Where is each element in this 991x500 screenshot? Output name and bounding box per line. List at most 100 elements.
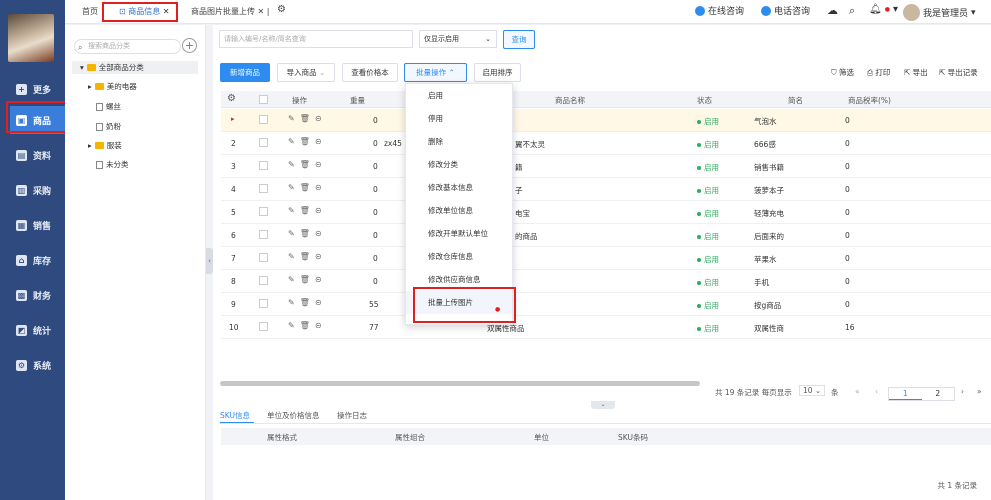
tree-node-all[interactable]: ▾ 全部商品分类 (72, 61, 198, 74)
tab-sku-info[interactable]: SKU信息 (220, 410, 250, 421)
row-checkbox[interactable] (259, 322, 268, 331)
nav-item-sales[interactable]: ▦ 销售 (0, 211, 65, 239)
keyword-input[interactable]: 请输入编号/名称/简名查询 (219, 30, 413, 48)
more-icon[interactable]: ⊝ (315, 206, 322, 215)
nav-item-data[interactable]: ▤ 资料 (0, 141, 65, 169)
table-row[interactable]: 6 ✎ 🗑︎ ⊝ 0 的商品 启用 后面来的 0 (221, 224, 991, 247)
import-goods-button[interactable]: 导入商品 ⌄ (277, 63, 335, 82)
more-icon[interactable]: ⊝ (315, 160, 322, 169)
enable-sort-button[interactable]: 启用排序 (474, 63, 521, 82)
nav-item-system[interactable]: ⚙ 系统 (0, 351, 65, 379)
delete-icon[interactable]: 🗑︎ (300, 114, 310, 123)
table-row[interactable]: 10 ✎ 🗑︎ ⊝ 77 双属性商品 启用 双属性商 16 (221, 316, 991, 339)
col-status[interactable]: 状态 (697, 95, 712, 106)
edit-icon[interactable]: ✎ (288, 206, 295, 215)
more-icon[interactable]: ⊝ (315, 275, 322, 284)
page-size-select[interactable]: 10 ⌄ (799, 385, 826, 396)
edit-icon[interactable]: ✎ (288, 321, 295, 330)
phone-consult[interactable]: 电话咨询 (761, 4, 810, 17)
delete-icon[interactable]: 🗑︎ (300, 321, 310, 330)
search-icon[interactable]: ⌕ (849, 4, 855, 18)
tab-op-log[interactable]: 操作日志 (337, 410, 367, 421)
nav-item-warehouse[interactable]: ⌂ 库存 (0, 246, 65, 274)
gear-icon[interactable]: ⚙ (277, 4, 286, 15)
filter-button[interactable]: ⛉ 筛选 (831, 67, 854, 78)
more-icon[interactable]: ⊝ (315, 183, 322, 192)
tree-node-milk[interactable]: 奶粉 (96, 121, 121, 132)
delete-icon[interactable]: 🗑︎ (300, 183, 310, 192)
more-icon[interactable]: ⊝ (315, 137, 322, 146)
edit-icon[interactable]: ✎ (288, 298, 295, 307)
nav-item-purchase[interactable]: ▥ 采购 (0, 176, 65, 204)
status-select[interactable]: 仅显示启用 ⌄ (419, 30, 497, 48)
tab-upload[interactable]: 商品图片批量上传 ✕ | (191, 6, 269, 17)
online-consult[interactable]: 在线咨询 (695, 4, 744, 17)
price-book-button[interactable]: 查看价格本 (342, 63, 398, 82)
print-button[interactable]: ⎙ 打印 (867, 67, 890, 78)
table-row[interactable]: 3 ✎ 🗑︎ ⊝ 0 籍启用 销售书籍 0 (221, 155, 991, 178)
last-page-icon[interactable]: » (977, 387, 982, 396)
menu-item-edit-supplier[interactable]: 修改供应商信息 (406, 268, 512, 291)
delete-icon[interactable]: 🗑︎ (300, 275, 310, 284)
nav-item-stats[interactable]: ◩ 统计 (0, 316, 65, 344)
edit-icon[interactable]: ✎ (288, 183, 295, 192)
collapse-handle[interactable]: ‹ (206, 248, 213, 274)
horizontal-scrollbar[interactable] (220, 381, 700, 386)
first-page-icon[interactable]: « (855, 387, 860, 396)
next-page-icon[interactable]: › (961, 387, 964, 396)
prev-page-icon[interactable]: ‹ (875, 387, 878, 396)
table-row[interactable]: 9 ✎ 🗑︎ ⊝ 55 启用 按g商品 0 (221, 293, 991, 316)
table-row[interactable]: 2 ✎ 🗑︎ ⊝ 0 zx45 翼不太灵 启用 666感 0 (221, 132, 991, 155)
row-checkbox[interactable] (259, 299, 268, 308)
select-all-checkbox[interactable] (259, 95, 268, 104)
table-row[interactable]: 7 ✎ 🗑︎ ⊝ 0 启用 苹果水 0 (221, 247, 991, 270)
delete-icon[interactable]: 🗑︎ (300, 137, 310, 146)
menu-item-enable[interactable]: 启用 (406, 84, 512, 107)
more-icon[interactable]: ⊝ (315, 252, 322, 261)
export-log-button[interactable]: ⇱ 导出记录 (939, 67, 978, 78)
panel-toggle-icon[interactable]: ⌄ (591, 401, 615, 409)
tree-node-uncat[interactable]: 未分类 (96, 159, 129, 170)
col-weight[interactable]: 重量 (350, 95, 365, 106)
more-icon[interactable]: ⊝ (315, 114, 322, 123)
cloud-icon[interactable]: ☁ (827, 4, 838, 17)
nav-item-goods[interactable]: ▣ 商品 (10, 106, 66, 134)
menu-item-edit-warehouse[interactable]: 修改仓库信息 (406, 245, 512, 268)
close-icon[interactable]: ✕ (160, 7, 170, 16)
col-tax[interactable]: 商品税率(%) (848, 95, 891, 106)
table-row[interactable]: 8 ✎ 🗑︎ ⊝ 0 启用 手机 0 (221, 270, 991, 293)
delete-icon[interactable]: 🗑︎ (300, 206, 310, 215)
menu-item-edit-default-unit[interactable]: 修改开单默认单位 (406, 222, 512, 245)
tree-node-midea[interactable]: ▸ 美的电器 (88, 81, 137, 92)
user-menu[interactable]: 我是管理员 ▾ (903, 4, 976, 21)
tab-goods[interactable]: ⊡ 商品信息 ✕ (119, 6, 170, 17)
add-category-button[interactable]: + (182, 38, 197, 53)
tab-unit-price[interactable]: 单位及价格信息 (267, 410, 320, 421)
row-checkbox[interactable] (259, 115, 268, 124)
table-row[interactable]: ▸ ✎ 🗑︎ ⊝ 0 启用 气泡水 0 (221, 109, 991, 132)
add-goods-button[interactable]: 新增商品 (220, 63, 270, 82)
edit-icon[interactable]: ✎ (288, 229, 295, 238)
export-button[interactable]: ⇱ 导出 (904, 67, 928, 78)
tree-node-clothes[interactable]: ▸ 服装 (88, 140, 122, 151)
edit-icon[interactable]: ✎ (288, 114, 295, 123)
row-checkbox[interactable] (259, 207, 268, 216)
menu-item-edit-unit[interactable]: 修改单位信息 (406, 199, 512, 222)
row-checkbox[interactable] (259, 230, 268, 239)
row-checkbox[interactable] (259, 184, 268, 193)
menu-item-change-category[interactable]: 修改分类 (406, 153, 512, 176)
row-checkbox[interactable] (259, 138, 268, 147)
nav-item-finance[interactable]: ▩ 财务 (0, 281, 65, 309)
delete-icon[interactable]: 🗑︎ (300, 229, 310, 238)
table-row[interactable]: 5 ✎ 🗑︎ ⊝ 0 电宝 启用 轻薄充电 0 (221, 201, 991, 224)
page-2[interactable]: 2 (922, 388, 955, 400)
menu-item-delete[interactable]: 删除 (406, 130, 512, 153)
col-short[interactable]: 简名 (788, 95, 803, 106)
edit-icon[interactable]: ✎ (288, 137, 295, 146)
row-checkbox[interactable] (259, 276, 268, 285)
delete-icon[interactable]: 🗑︎ (300, 160, 310, 169)
edit-icon[interactable]: ✎ (288, 160, 295, 169)
page-1[interactable]: 1 (889, 388, 922, 400)
col-name[interactable]: 商品名称 (555, 95, 585, 106)
edit-icon[interactable]: ✎ (288, 275, 295, 284)
